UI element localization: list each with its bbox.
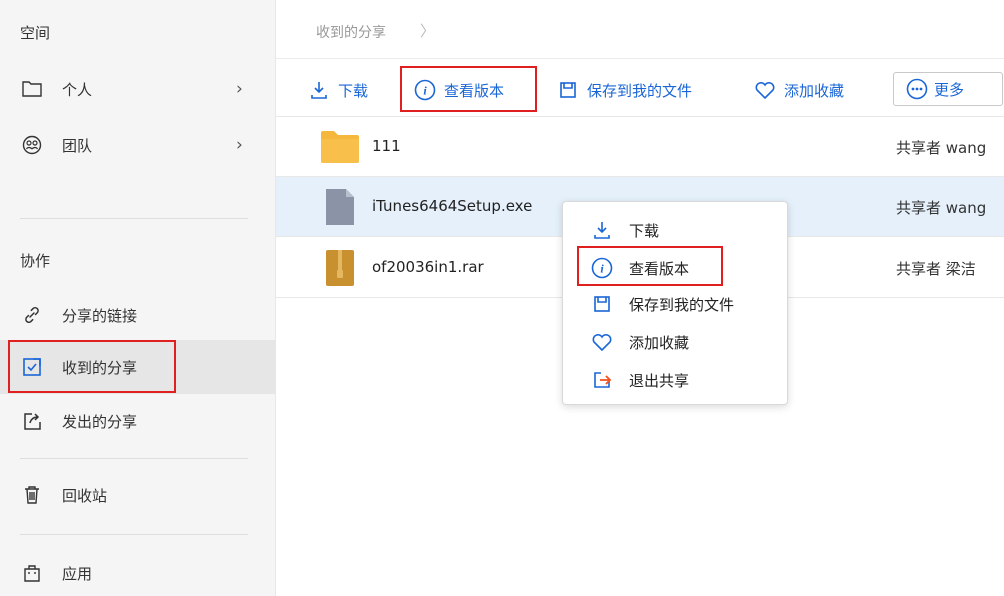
exit-icon (591, 369, 613, 391)
team-icon (22, 135, 42, 155)
download-label: 下载 (338, 81, 369, 100)
context-menu-item-exit-share[interactable]: 退出共享 (563, 362, 787, 398)
add-favorite-label: 添加收藏 (784, 81, 845, 100)
sidebar-item-sent-shares[interactable]: 发出的分享 (0, 394, 276, 448)
sidebar-item-label: 回收站 (62, 486, 108, 505)
context-menu-label: 退出共享 (629, 371, 690, 390)
file-name: 111 (372, 137, 401, 155)
more-label: 更多 (934, 80, 965, 99)
context-menu-label: 添加收藏 (629, 333, 690, 352)
breadcrumb[interactable]: 收到的分享 (316, 22, 386, 42)
bag-icon (22, 563, 42, 583)
highlight-box (577, 246, 723, 286)
sidebar-header-space: 空间 (20, 24, 51, 42)
sidebar-item-apps[interactable]: 应用 (0, 546, 276, 596)
context-menu-label: 下载 (629, 221, 660, 240)
heart-icon (591, 331, 613, 353)
app-window: 空间 个人 › 团队 › 协作 分享的链接 收到的分享 发出的分享 回收站 应用… (0, 0, 1004, 596)
highlight-box (400, 66, 537, 112)
sidebar-item-label: 发出的分享 (62, 412, 138, 431)
sidebar-item-trash[interactable]: 回收站 (0, 468, 276, 522)
archive-file-icon (320, 250, 358, 286)
file-owner: 共享者 wang (896, 199, 987, 217)
chevron-right-icon: 〉 (420, 22, 436, 40)
highlight-box (8, 340, 176, 393)
sidebar-item-shared-links[interactable]: 分享的链接 (0, 288, 276, 342)
chevron-right-icon: › (236, 135, 243, 155)
save-to-my-files-label: 保存到我的文件 (587, 81, 693, 100)
file-owner: 共享者 梁洁 (896, 260, 976, 278)
sidebar-item-label: 应用 (62, 564, 93, 583)
file-owner: 共享者 wang (896, 139, 987, 157)
chevron-right-icon: › (236, 79, 243, 99)
exe-file-icon (320, 189, 358, 225)
folder-icon (22, 79, 42, 99)
divider (20, 458, 248, 459)
sidebar-item-team[interactable]: 团队 › (0, 118, 276, 172)
sent-share-icon (22, 411, 42, 431)
context-menu: 下载 i 查看版本 保存到我的文件 添加收藏 退出共享 (562, 201, 788, 405)
more-dots-icon (906, 78, 928, 100)
save-icon (591, 293, 613, 315)
context-menu-label: 保存到我的文件 (629, 295, 735, 314)
context-menu-item-favorite[interactable]: 添加收藏 (563, 324, 787, 360)
download-button[interactable]: 下载 (308, 74, 368, 106)
context-menu-item-download[interactable]: 下载 (563, 212, 787, 248)
folder-icon (320, 129, 359, 165)
divider (20, 534, 248, 535)
link-icon (22, 305, 42, 325)
file-name: of20036in1.rar (372, 258, 484, 276)
sidebar: 空间 个人 › 团队 › 协作 分享的链接 收到的分享 发出的分享 回收站 应用 (0, 0, 276, 596)
sidebar-item-personal[interactable]: 个人 › (0, 62, 276, 116)
save-to-my-files-button[interactable]: 保存到我的文件 (557, 74, 692, 106)
add-favorite-button[interactable]: 添加收藏 (754, 74, 844, 106)
file-name: iTunes6464Setup.exe (372, 197, 533, 215)
divider (276, 58, 1004, 59)
heart-icon (754, 79, 776, 101)
trash-icon (22, 485, 42, 505)
sidebar-header-collab: 协作 (20, 252, 51, 270)
sidebar-item-label: 分享的链接 (62, 306, 138, 325)
download-icon (308, 79, 330, 101)
file-row[interactable]: 111 共享者 wang (276, 117, 1004, 177)
context-menu-item-save[interactable]: 保存到我的文件 (563, 286, 787, 322)
save-icon (557, 79, 579, 101)
sidebar-item-label: 团队 (62, 136, 93, 155)
sidebar-item-label: 个人 (62, 80, 93, 99)
more-button[interactable]: 更多 (893, 72, 1003, 106)
divider (20, 218, 248, 219)
download-icon (591, 219, 613, 241)
